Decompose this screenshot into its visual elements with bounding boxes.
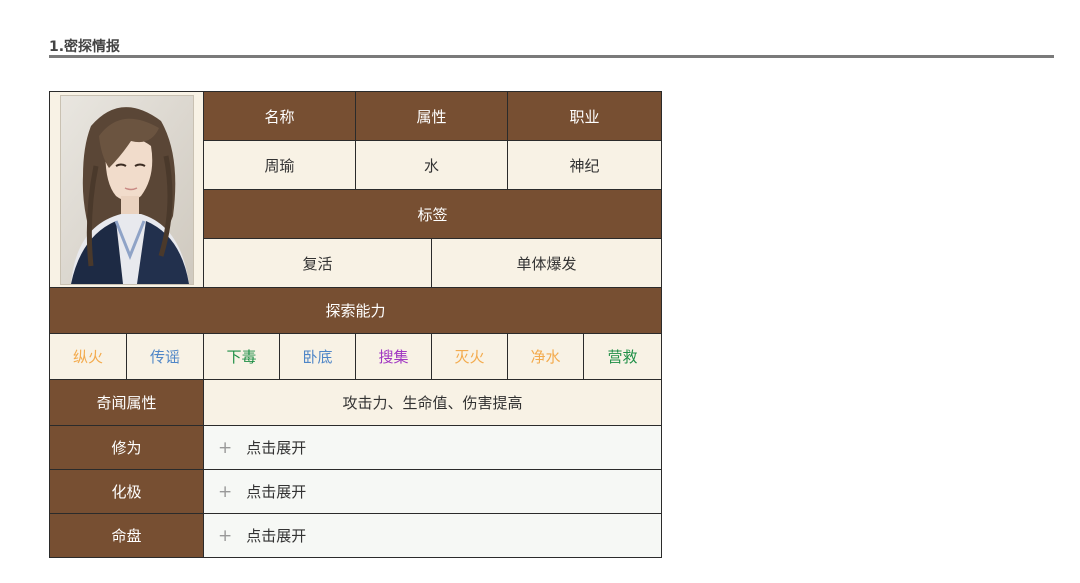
ability-rumor: 传谣 xyxy=(126,333,204,380)
rumor-attribute-value: 攻击力、生命值、伤害提高 xyxy=(202,379,663,426)
expand-text: 点击展开 xyxy=(246,527,307,545)
attribute-value: 水 xyxy=(355,140,509,190)
name-value: 周瑜 xyxy=(202,140,357,190)
profession-value: 神纪 xyxy=(507,140,663,190)
exploration-header: 探索能力 xyxy=(48,287,663,334)
tag-item: 复活 xyxy=(202,238,433,288)
expand-text: 点击展开 xyxy=(246,439,307,457)
plus-icon: + xyxy=(218,482,233,502)
spy-info-table: 名称 属性 职业 周瑜 水 神纪 标签 复活 单体爆发 探索能力 纵火 传谣 下… xyxy=(48,91,663,558)
ability-extinguish: 灭火 xyxy=(431,333,509,380)
plus-icon: + xyxy=(218,438,233,458)
cultivation-expand[interactable]: + 点击展开 xyxy=(202,425,663,470)
ability-collect: 搜集 xyxy=(355,333,433,380)
rumor-attribute-label: 奇闻属性 xyxy=(49,379,204,426)
ability-undercover: 卧底 xyxy=(278,333,357,380)
cultivation-label: 修为 xyxy=(49,425,204,470)
ability-rescue: 营救 xyxy=(583,333,663,380)
profession-header: 职业 xyxy=(507,91,663,141)
plus-icon: + xyxy=(218,526,233,546)
section-divider xyxy=(49,55,1054,58)
transcend-label: 化极 xyxy=(49,469,204,514)
section-title: 1.密探情报 xyxy=(49,39,121,55)
tag-item: 单体爆发 xyxy=(431,238,663,288)
ability-purify-water: 净水 xyxy=(507,333,585,380)
destiny-plate-expand[interactable]: + 点击展开 xyxy=(202,513,663,558)
portrait-cell xyxy=(49,91,204,288)
destiny-plate-label: 命盘 xyxy=(49,513,204,558)
character-portrait xyxy=(59,94,194,285)
ability-arson: 纵火 xyxy=(49,333,127,380)
attribute-header: 属性 xyxy=(355,91,509,141)
expand-text: 点击展开 xyxy=(246,483,307,501)
name-header: 名称 xyxy=(202,91,357,141)
ability-poison: 下毒 xyxy=(203,333,280,380)
transcend-expand[interactable]: + 点击展开 xyxy=(202,469,663,514)
tags-header: 标签 xyxy=(202,189,663,239)
